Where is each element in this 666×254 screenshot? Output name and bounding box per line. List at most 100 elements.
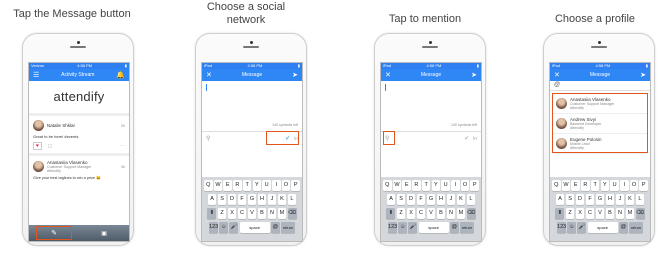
key-p[interactable]: P bbox=[639, 180, 648, 191]
key-m[interactable]: M bbox=[625, 208, 635, 219]
key-w[interactable]: W bbox=[392, 180, 402, 191]
profile-item[interactable]: Eugene Polosin Mobile Lead Attendify bbox=[553, 134, 647, 154]
numbers-key[interactable]: 123 bbox=[388, 222, 397, 233]
key-h[interactable]: H bbox=[605, 194, 615, 205]
camera-icon[interactable]: ▣ bbox=[101, 230, 107, 237]
key-b[interactable]: B bbox=[605, 208, 615, 219]
emoji-key-icon[interactable]: ☺ bbox=[398, 222, 408, 233]
key-i[interactable]: I bbox=[272, 180, 281, 191]
emoji-key-icon[interactable]: ☺ bbox=[567, 222, 577, 233]
key-d[interactable]: D bbox=[406, 194, 416, 205]
like-icon[interactable]: ♥ bbox=[33, 142, 42, 150]
key-k[interactable]: K bbox=[625, 194, 635, 205]
key-j[interactable]: J bbox=[267, 194, 277, 205]
backspace-key-icon[interactable]: ⌫ bbox=[287, 208, 297, 219]
key-b[interactable]: B bbox=[436, 208, 446, 219]
key-h[interactable]: H bbox=[257, 194, 267, 205]
microphone-key-icon[interactable]: 🎤 bbox=[577, 222, 587, 233]
space-key[interactable]: space bbox=[418, 222, 449, 233]
send-icon[interactable]: ➤ bbox=[292, 72, 298, 79]
key-v[interactable]: V bbox=[247, 208, 257, 219]
key-w[interactable]: W bbox=[213, 180, 223, 191]
mention-icon[interactable]: ⚲ bbox=[206, 135, 210, 142]
at-key[interactable]: @ bbox=[618, 222, 628, 233]
key-p[interactable]: P bbox=[470, 180, 479, 191]
key-o[interactable]: O bbox=[281, 180, 291, 191]
key-i[interactable]: I bbox=[451, 180, 460, 191]
key-t[interactable]: T bbox=[590, 180, 600, 191]
key-h[interactable]: H bbox=[436, 194, 446, 205]
key-s[interactable]: S bbox=[565, 194, 575, 205]
key-s[interactable]: S bbox=[217, 194, 227, 205]
key-c[interactable]: C bbox=[237, 208, 247, 219]
key-b[interactable]: B bbox=[257, 208, 267, 219]
key-s[interactable]: S bbox=[396, 194, 406, 205]
key-m[interactable]: M bbox=[456, 208, 466, 219]
key-j[interactable]: J bbox=[615, 194, 625, 205]
key-r[interactable]: R bbox=[412, 180, 421, 191]
key-y[interactable]: Y bbox=[252, 180, 262, 191]
key-z[interactable]: Z bbox=[217, 208, 227, 219]
bell-icon[interactable]: 🔔 bbox=[116, 72, 125, 79]
key-x[interactable]: X bbox=[406, 208, 416, 219]
profile-item[interactable]: Anastasiia Vlasenko Customer Support Mana… bbox=[553, 94, 647, 114]
return-key[interactable]: return bbox=[459, 222, 474, 233]
send-icon[interactable]: ➤ bbox=[640, 72, 646, 79]
key-g[interactable]: G bbox=[426, 194, 436, 205]
key-y[interactable]: Y bbox=[431, 180, 441, 191]
key-f[interactable]: F bbox=[585, 194, 595, 205]
key-k[interactable]: K bbox=[456, 194, 466, 205]
key-d[interactable]: D bbox=[227, 194, 237, 205]
emoji-key-icon[interactable]: ☺ bbox=[219, 222, 229, 233]
microphone-key-icon[interactable]: 🎤 bbox=[229, 222, 239, 233]
backspace-key-icon[interactable]: ⌫ bbox=[466, 208, 476, 219]
key-t[interactable]: T bbox=[421, 180, 431, 191]
profile-item[interactable]: Andrew Sivyi Backend Developer Attendify bbox=[553, 114, 647, 134]
key-m[interactable]: M bbox=[277, 208, 287, 219]
key-n[interactable]: N bbox=[446, 208, 456, 219]
key-f[interactable]: F bbox=[237, 194, 247, 205]
backspace-key-icon[interactable]: ⌫ bbox=[635, 208, 645, 219]
key-a[interactable]: A bbox=[386, 194, 396, 205]
key-a[interactable]: A bbox=[207, 194, 217, 205]
at-key[interactable]: @ bbox=[449, 222, 459, 233]
key-z[interactable]: Z bbox=[396, 208, 406, 219]
key-v[interactable]: V bbox=[426, 208, 436, 219]
numbers-key[interactable]: 123 bbox=[209, 222, 218, 233]
shift-key-icon[interactable]: ⬆ bbox=[207, 208, 217, 219]
key-d[interactable]: D bbox=[575, 194, 585, 205]
key-x[interactable]: X bbox=[227, 208, 237, 219]
key-l[interactable]: L bbox=[635, 194, 645, 205]
key-g[interactable]: G bbox=[595, 194, 605, 205]
key-i[interactable]: I bbox=[620, 180, 629, 191]
space-key[interactable]: space bbox=[587, 222, 618, 233]
numbers-key[interactable]: 123 bbox=[557, 222, 566, 233]
key-v[interactable]: V bbox=[595, 208, 605, 219]
key-g[interactable]: G bbox=[247, 194, 257, 205]
more-icon[interactable]: ··· bbox=[120, 143, 125, 149]
key-o[interactable]: O bbox=[460, 180, 470, 191]
key-n[interactable]: N bbox=[615, 208, 625, 219]
twitter-icon[interactable]: ✔ bbox=[464, 135, 469, 142]
return-key[interactable]: return bbox=[280, 222, 295, 233]
key-r[interactable]: R bbox=[233, 180, 242, 191]
key-a[interactable]: A bbox=[555, 194, 565, 205]
shift-key-icon[interactable]: ⬆ bbox=[555, 208, 565, 219]
key-u[interactable]: U bbox=[441, 180, 450, 191]
microphone-key-icon[interactable]: 🎤 bbox=[408, 222, 418, 233]
key-r[interactable]: R bbox=[581, 180, 590, 191]
key-p[interactable]: P bbox=[291, 180, 300, 191]
key-e[interactable]: E bbox=[402, 180, 411, 191]
key-q[interactable]: Q bbox=[383, 180, 392, 191]
key-w[interactable]: W bbox=[561, 180, 571, 191]
key-q[interactable]: Q bbox=[552, 180, 561, 191]
key-l[interactable]: L bbox=[287, 194, 297, 205]
key-e[interactable]: E bbox=[223, 180, 232, 191]
key-c[interactable]: C bbox=[585, 208, 595, 219]
text-cursor[interactable] bbox=[385, 84, 386, 91]
key-e[interactable]: E bbox=[571, 180, 580, 191]
at-key[interactable]: @ bbox=[270, 222, 280, 233]
mention-input[interactable]: @ bbox=[550, 81, 650, 91]
text-cursor[interactable] bbox=[206, 84, 207, 91]
send-icon[interactable]: ➤ bbox=[471, 72, 477, 79]
